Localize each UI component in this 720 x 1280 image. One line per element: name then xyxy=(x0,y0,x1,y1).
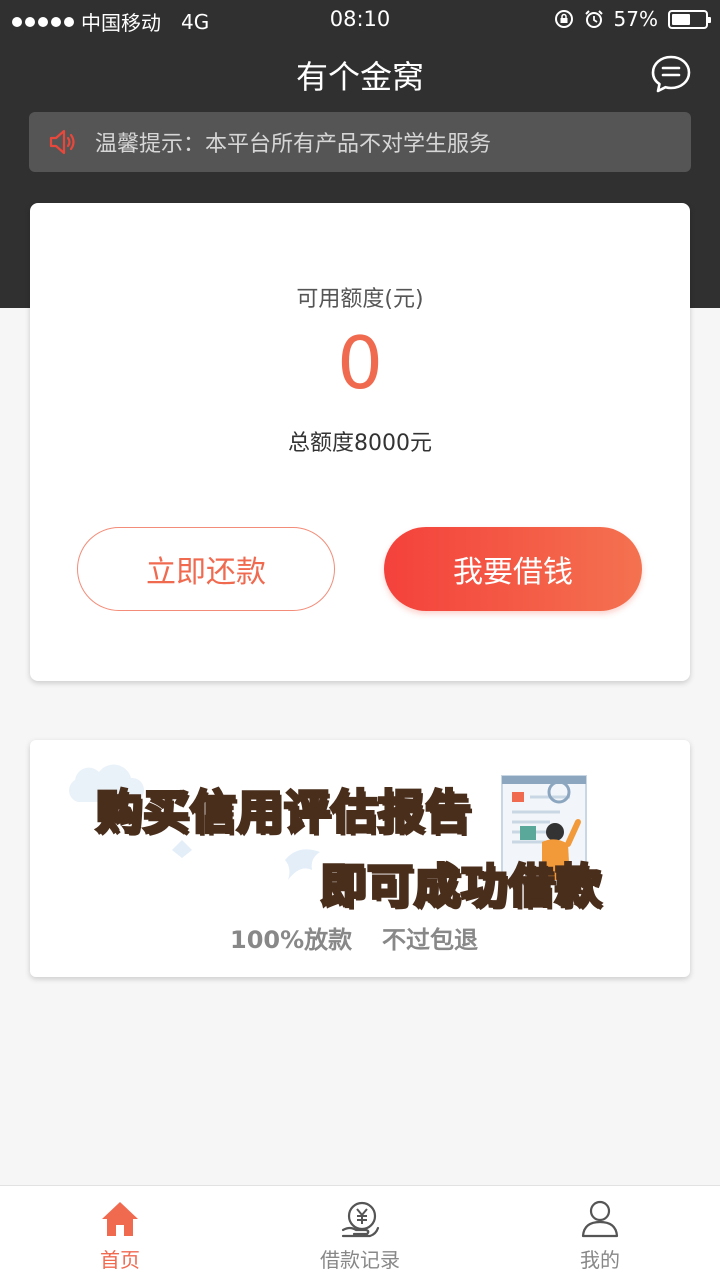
banner-headline-1: 购买信用评估报告 xyxy=(95,784,473,841)
tab-home-label: 首页 xyxy=(100,1248,140,1272)
available-credit-label: 可用额度(元) xyxy=(296,287,424,312)
rotation-lock-icon xyxy=(554,10,573,28)
battery-fill xyxy=(672,13,691,25)
banner-sub-guarantee: 100%放款 xyxy=(230,926,353,954)
tab-profile-label: 我的 xyxy=(580,1248,620,1272)
total-credit-label: 总额度8000元 xyxy=(288,431,432,456)
battery-percent: 57% xyxy=(613,7,658,31)
home-icon xyxy=(102,1202,138,1236)
status-bar: 中国移动 4G 08:10 57% xyxy=(0,0,720,40)
battery-icon xyxy=(668,9,711,29)
available-credit-value: 0 xyxy=(337,321,383,405)
tab-loan-records-label: 借款记录 xyxy=(320,1248,400,1272)
notice-bar[interactable]: 温馨提示：本平台所有产品不对学生服务 xyxy=(29,112,691,172)
alarm-icon xyxy=(584,10,603,28)
credit-card: 可用额度(元) 0 总额度8000元 立即还款 我要借钱 xyxy=(30,203,690,681)
bottom-tab-bar: 首页 借款记录 我的 xyxy=(0,1185,720,1280)
tab-home[interactable]: 首页 xyxy=(0,1186,240,1280)
promo-banner[interactable]: 购买信用评估报告 即可成功借款 100%放款 不过包退 xyxy=(30,740,690,977)
tab-profile[interactable]: 我的 xyxy=(480,1186,720,1280)
tab-loan-records[interactable]: 借款记录 xyxy=(240,1186,480,1280)
notice-text: 温馨提示：本平台所有产品不对学生服务 xyxy=(95,132,492,157)
repay-button[interactable]: 立即还款 xyxy=(77,527,335,611)
message-icon[interactable] xyxy=(650,54,692,94)
loan-record-icon xyxy=(341,1201,380,1238)
page-title: 有个金窝 xyxy=(295,58,424,96)
speaker-icon xyxy=(49,129,75,155)
banner-headline-2: 即可成功借款 xyxy=(319,858,603,915)
user-icon xyxy=(581,1200,619,1238)
status-bar-right: 57% xyxy=(554,7,711,31)
borrow-button[interactable]: 我要借钱 xyxy=(384,527,642,611)
banner-sub-refund: 不过包退 xyxy=(382,926,478,954)
